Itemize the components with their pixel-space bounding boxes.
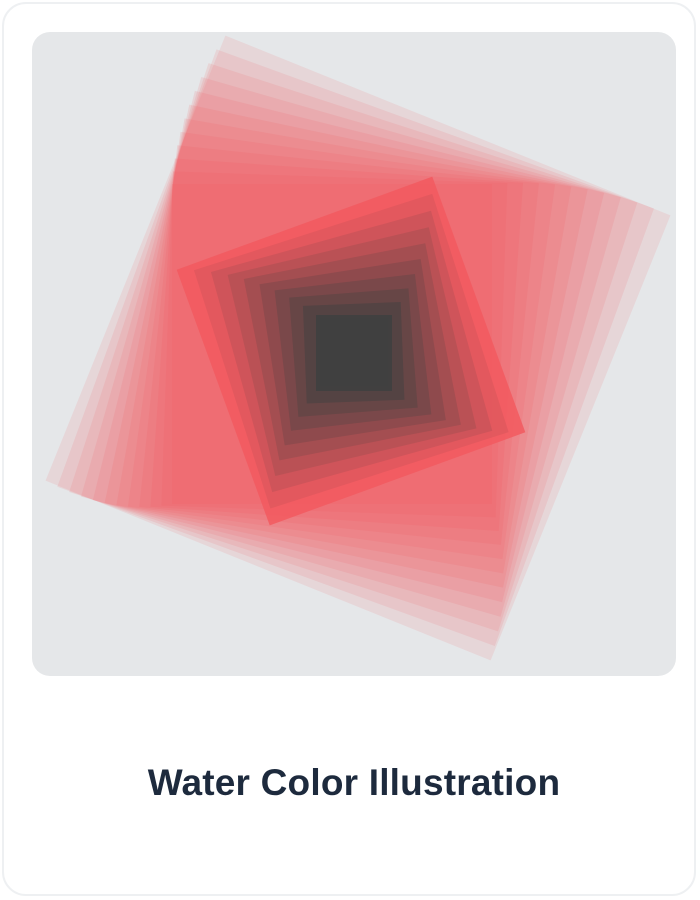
artwork-frame	[32, 32, 676, 676]
watercolor-layer	[320, 318, 388, 386]
card-title: Water Color Illustration	[147, 762, 561, 803]
watercolor-artwork	[45, 35, 671, 661]
illustration-card[interactable]: Water Color Illustration	[2, 2, 696, 896]
